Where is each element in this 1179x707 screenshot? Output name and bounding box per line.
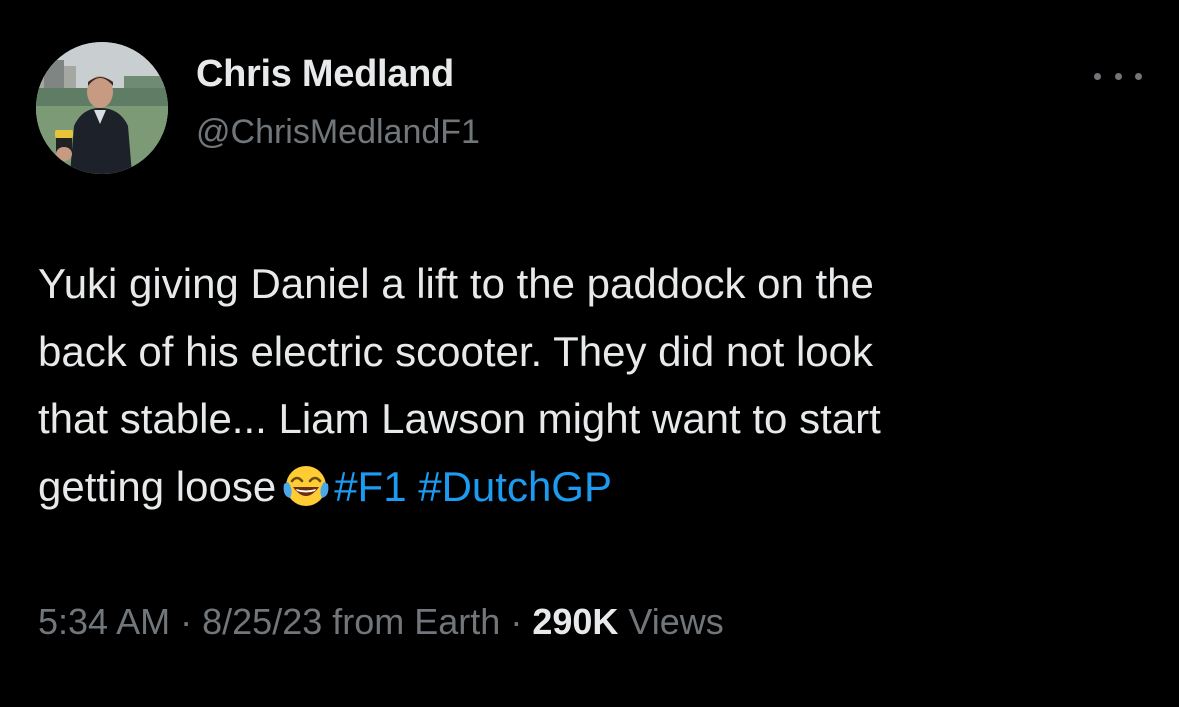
face-with-tears-of-joy-emoji bbox=[283, 465, 329, 506]
tweet-source: from Earth bbox=[332, 601, 501, 642]
hashtag-f1[interactable]: #F1 bbox=[334, 463, 406, 510]
tweet-line: Yuki giving Daniel a lift to the paddock… bbox=[38, 260, 874, 307]
tweet-date[interactable]: 8/25/23 bbox=[202, 601, 322, 642]
tweet-line: getting loose bbox=[38, 462, 277, 510]
tweet-time[interactable]: 5:34 AM bbox=[38, 601, 170, 642]
dot bbox=[1135, 72, 1142, 80]
tweet: Chris Medland @ChrisMedlandF1 Yuki givin… bbox=[0, 0, 1179, 707]
hashtag-dutchgp[interactable]: #DutchGP bbox=[418, 463, 612, 510]
views-count[interactable]: 290K bbox=[532, 601, 618, 642]
separator: · bbox=[180, 601, 193, 642]
avatar[interactable] bbox=[36, 42, 168, 174]
tweet-text: Yuki giving Daniel a lift to the paddock… bbox=[38, 250, 1148, 520]
tweet-meta: 5:34 AM · 8/25/23 from Earth · 290K View… bbox=[38, 601, 724, 643]
author-handle[interactable]: @ChrisMedlandF1 bbox=[196, 113, 480, 152]
avatar-image bbox=[36, 42, 168, 174]
author-name[interactable]: Chris Medland bbox=[196, 53, 454, 96]
tweet-last-line: getting loose #F1 #DutchGP bbox=[38, 453, 1148, 521]
tweet-line: that stable... Liam Lawson might want to… bbox=[38, 395, 881, 442]
separator: · bbox=[510, 601, 523, 642]
more-options-icon[interactable] bbox=[1094, 62, 1142, 90]
dot bbox=[1114, 72, 1122, 80]
views-label[interactable]: Views bbox=[628, 601, 723, 642]
dot bbox=[1094, 72, 1101, 80]
tweet-line: back of his electric scooter. They did n… bbox=[38, 327, 873, 375]
